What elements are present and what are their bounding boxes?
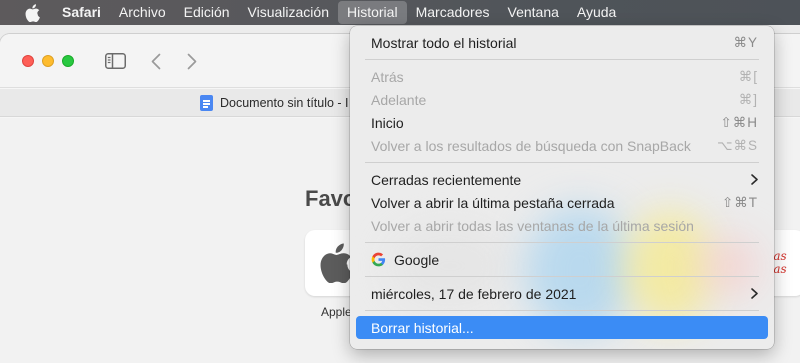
menu-separator bbox=[365, 310, 759, 311]
menu-item-label: Cerradas recientemente bbox=[371, 171, 522, 188]
menu-safari[interactable]: Safari bbox=[56, 0, 110, 25]
menu-item-shortcut: ⌘Y bbox=[733, 34, 758, 50]
menu-item-label: Google bbox=[394, 251, 440, 268]
menu-archivo[interactable]: Archivo bbox=[110, 0, 175, 25]
menu-separator bbox=[365, 276, 759, 277]
menu-edicion[interactable]: Edición bbox=[175, 0, 239, 25]
menu-item-shortcut: ⌘[ bbox=[738, 68, 758, 84]
menu-item-shortcut: ⌘] bbox=[738, 91, 758, 107]
sidebar-icon[interactable] bbox=[104, 52, 126, 69]
menu-item-label: Volver a abrir la última pestaña cerrada bbox=[371, 194, 615, 211]
menu-item-shortcut: ⇧⌘H bbox=[720, 114, 758, 130]
minimize-window-button[interactable] bbox=[42, 55, 54, 67]
apple-logo-icon bbox=[320, 243, 353, 283]
menu-item-label: Inicio bbox=[371, 114, 404, 131]
menu-item-home[interactable]: Inicio ⇧⌘H bbox=[356, 111, 768, 134]
menu-item-label: Mostrar todo el historial bbox=[371, 34, 517, 51]
chevron-right-icon bbox=[748, 288, 758, 300]
menu-bar: Safari Archivo Edición Visualización His… bbox=[0, 0, 800, 25]
menu-item-reopen-all-windows: Volver a abrir todas las ventanas de la … bbox=[356, 214, 768, 237]
back-chevron-icon[interactable] bbox=[148, 51, 164, 71]
menu-item-clear-history[interactable]: Borrar historial... bbox=[356, 316, 768, 339]
tab-title: Documento sin título - I bbox=[220, 96, 349, 110]
menu-ventana[interactable]: Ventana bbox=[499, 0, 568, 25]
historial-menu: Mostrar todo el historial ⌘Y Atrás ⌘[ Ad… bbox=[350, 26, 774, 349]
menu-item-history-date[interactable]: miércoles, 17 de febrero de 2021 bbox=[356, 282, 768, 305]
favorite-label-apple: Apple bbox=[321, 305, 352, 319]
menu-item-back: Atrás ⌘[ bbox=[356, 65, 768, 88]
menu-historial[interactable]: Historial bbox=[338, 1, 407, 24]
menu-item-label: Volver a abrir todas las ventanas de la … bbox=[371, 217, 694, 234]
menu-item-show-all-history[interactable]: Mostrar todo el historial ⌘Y bbox=[356, 31, 768, 54]
zoom-window-button[interactable] bbox=[62, 55, 74, 67]
menu-item-reopen-last-tab[interactable]: Volver a abrir la última pestaña cerrada… bbox=[356, 191, 768, 214]
menu-item-snapback: Volver a los resultados de búsqueda con … bbox=[356, 134, 768, 157]
menu-item-shortcut: ⇧⌘T bbox=[721, 194, 758, 210]
chevron-right-icon bbox=[748, 174, 758, 186]
menu-separator bbox=[365, 162, 759, 163]
menu-item-recently-closed[interactable]: Cerradas recientemente bbox=[356, 168, 768, 191]
menu-ayuda[interactable]: Ayuda bbox=[568, 0, 625, 25]
menu-visualizacion[interactable]: Visualización bbox=[239, 0, 338, 25]
forward-chevron-icon[interactable] bbox=[184, 51, 200, 71]
menu-item-forward: Adelante ⌘] bbox=[356, 88, 768, 111]
favorites-heading: Favo bbox=[305, 186, 357, 211]
apple-menu-icon[interactable] bbox=[22, 3, 42, 23]
menu-separator bbox=[365, 59, 759, 60]
tab-documento[interactable]: Documento sin título - I bbox=[200, 93, 349, 113]
menu-marcadores[interactable]: Marcadores bbox=[407, 0, 499, 25]
menu-separator bbox=[365, 242, 759, 243]
close-window-button[interactable] bbox=[22, 55, 34, 67]
menu-item-label: miércoles, 17 de febrero de 2021 bbox=[371, 285, 577, 302]
google-g-icon bbox=[371, 252, 386, 267]
menu-item-label: Volver a los resultados de búsqueda con … bbox=[371, 137, 691, 154]
menu-item-label: Atrás bbox=[371, 68, 404, 85]
menu-item-google[interactable]: Google bbox=[356, 248, 768, 271]
menu-item-label: Borrar historial... bbox=[371, 319, 474, 336]
menu-item-shortcut: ⌥⌘S bbox=[716, 137, 758, 153]
menu-item-label: Adelante bbox=[371, 91, 427, 108]
google-docs-icon bbox=[200, 95, 213, 111]
